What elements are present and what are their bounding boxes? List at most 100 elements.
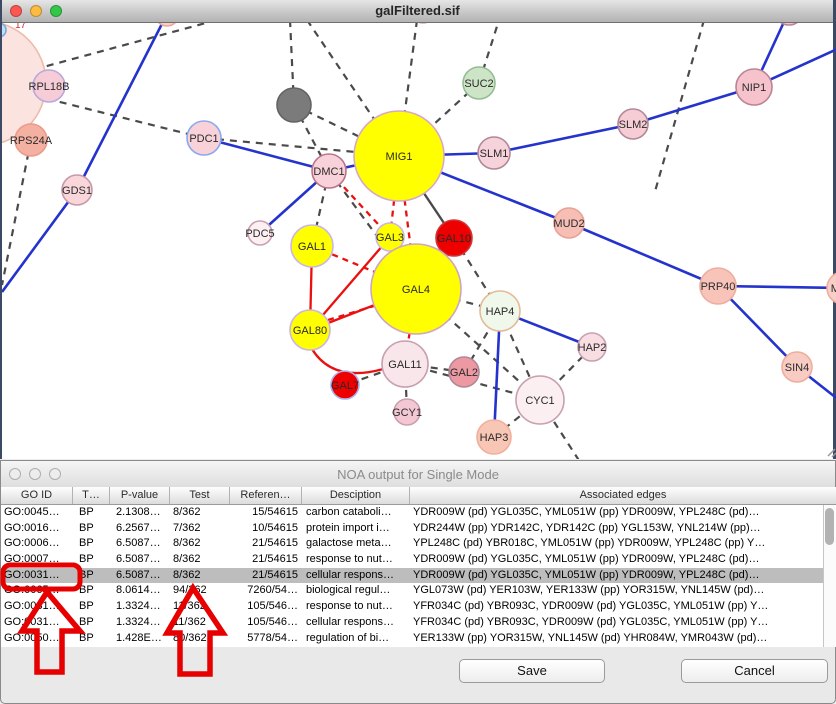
graph-edge (494, 124, 633, 153)
graph-node-label: HAP4 (486, 306, 515, 318)
table-cell: 7/362 (170, 521, 230, 537)
table-row[interactable]: GO:0031…BP1.3324…11/362105/546…response … (1, 599, 823, 615)
table-cell: 1.428E… (110, 631, 170, 647)
table-cell: 21/54615 (230, 568, 302, 584)
table-cell: galactose meta… (302, 536, 410, 552)
column-header-3[interactable]: Test (170, 487, 230, 504)
graph-node-label: MSN (831, 283, 836, 295)
resize-grip-icon[interactable] (828, 449, 836, 457)
minimize-button[interactable] (29, 468, 41, 480)
graph-node-label: HAP2 (578, 342, 607, 354)
graph-node-gray[interactable] (277, 88, 311, 122)
table-row[interactable]: GO:0031…BP6.5087…8/36221/54615cellular r… (1, 568, 823, 584)
graph-node-label: GDS1 (62, 185, 92, 197)
table-cell: GO:0031… (1, 615, 73, 631)
table-cell: 11/362 (170, 599, 230, 615)
table-cell: YFR034C (pd) YBR093C, YDR009W (pd) YGL03… (410, 615, 823, 631)
column-header-5[interactable]: Desciption (302, 487, 410, 504)
graph-node-label: GAL4 (402, 284, 430, 296)
table-cell: YDR009W (pd) YGL035C, YML051W (pp) YDR00… (410, 552, 823, 568)
table-cell: 11/362 (170, 615, 230, 631)
table-cell: YPL248C (pd) YBR018C, YML051W (pp) YDR00… (410, 536, 823, 552)
table-cell: GO:0007… (1, 552, 73, 568)
scrollbar-thumb[interactable] (825, 508, 834, 545)
table-cell: 105/546… (230, 599, 302, 615)
table-row[interactable]: GO:0007…BP6.5087…8/36221/54615response t… (1, 552, 823, 568)
noa-window-titlebar[interactable]: NOA output for Single Mode (1, 461, 835, 488)
window-title: galFiltered.sif (2, 0, 833, 22)
table-cell: BP (73, 568, 110, 584)
table-row[interactable]: GO:0016…BP6.2567…7/36210/54615protein im… (1, 521, 823, 537)
table-row[interactable]: GO:0045…BP2.1308…8/36215/54615carbon cat… (1, 505, 823, 521)
table-cell: BP (73, 599, 110, 615)
graph-node-label: CYC1 (525, 395, 554, 407)
graph-node-label: GCY1 (392, 407, 422, 419)
column-header-4[interactable]: Referen… (230, 487, 302, 504)
network-canvas[interactable]: RPL18BRPS24AGDS1PDC1DMC1MIG1SLM1SLM2NIP1… (2, 0, 836, 459)
column-header-0[interactable]: GO ID (1, 487, 73, 504)
zoom-button[interactable] (50, 5, 62, 17)
table-row[interactable]: GO:0006…BP6.5087…8/36221/54615galactose … (1, 536, 823, 552)
save-button[interactable]: Save (459, 659, 605, 683)
table-cell: BP (73, 631, 110, 647)
graph-node-label: SLM1 (480, 148, 509, 160)
graph-node-label: GAL3 (376, 232, 404, 244)
table-cell: GO:0065… (1, 583, 73, 599)
table-cell: GO:0016… (1, 521, 73, 537)
network-window-titlebar[interactable]: galFiltered.sif (2, 0, 833, 23)
table-row[interactable]: GO:0031…BP1.3324…11/362105/546…cellular … (1, 615, 823, 631)
table-cell: YDR009W (pd) YGL035C, YML051W (pp) YDR00… (410, 505, 823, 521)
table-cell: 105/546… (230, 615, 302, 631)
table-row[interactable]: GO:0065…BP8.0614…94/3627260/54…biologica… (1, 583, 823, 599)
column-header-6[interactable]: Associated edges (410, 487, 836, 504)
close-button[interactable] (10, 5, 22, 17)
table-cell: 6.2567… (110, 521, 170, 537)
table-scrollbar[interactable] (823, 505, 836, 647)
table-cell: regulation of bi… (302, 631, 410, 647)
table-cell: YDR009W (pd) YGL035C, YML051W (pp) YDR00… (410, 568, 823, 584)
table-header: GO IDT…P-valueTestReferen…DesciptionAsso… (1, 487, 836, 505)
graph-node-label: SIN4 (785, 362, 809, 374)
graph-edge (2, 140, 31, 285)
table-cell: GO:0045… (1, 505, 73, 521)
table-cell: 5778/54… (230, 631, 302, 647)
table-cell: GO:0031… (1, 599, 73, 615)
graph-node-label: PRP40 (701, 281, 736, 293)
table-cell: YDR244W (pp) YDR142C, YDR142C (pp) YGL15… (410, 521, 823, 537)
graph-node-label: GAL2 (450, 367, 478, 379)
table-cell: 8.0614… (110, 583, 170, 599)
graph-node-label: MIG1 (386, 151, 413, 163)
graph-node-label: PDC1 (189, 133, 218, 145)
table-cell: GO:0031… (1, 568, 73, 584)
table-cell: 7260/54… (230, 583, 302, 599)
table-cell: YER133W (pp) YOR315W, YNL145W (pd) YHR08… (410, 631, 823, 647)
table-row[interactable]: GO:0050…BP1.428E…80/3625778/54…regulatio… (1, 631, 823, 647)
graph-node-label: RPL18B (29, 81, 70, 93)
table-cell: 15/54615 (230, 505, 302, 521)
table-cell: YFR034C (pd) YBR093C, YDR009W (pd) YGL03… (410, 599, 823, 615)
cancel-button[interactable]: Cancel (681, 659, 828, 683)
column-header-1[interactable]: T… (73, 487, 110, 504)
zoom-button[interactable] (49, 468, 61, 480)
minimize-button[interactable] (30, 5, 42, 17)
table-cell: 8/362 (170, 552, 230, 568)
table-cell: BP (73, 505, 110, 521)
table-cell: 6.5087… (110, 568, 170, 584)
graph-node-label: RPS24A (10, 135, 53, 147)
graph-node-label: MUD2 (553, 218, 584, 230)
graph-edge (654, 20, 704, 195)
table-cell: GO:0050… (1, 631, 73, 647)
graph-node-label: PDC5 (245, 228, 274, 240)
table-cell: biological regul… (302, 583, 410, 599)
table-cell: 80/362 (170, 631, 230, 647)
table-cell: cellular respons… (302, 615, 410, 631)
table-cell: BP (73, 552, 110, 568)
close-button[interactable] (9, 468, 21, 480)
table-cell: BP (73, 536, 110, 552)
table-cell: protein import i… (302, 521, 410, 537)
column-header-2[interactable]: P-value (110, 487, 170, 504)
graph-node-label: DMC1 (313, 166, 344, 178)
graph-node-label: GAL7 (331, 380, 359, 392)
table-cell: 8/362 (170, 536, 230, 552)
graph-node-label: SLM2 (619, 119, 648, 131)
